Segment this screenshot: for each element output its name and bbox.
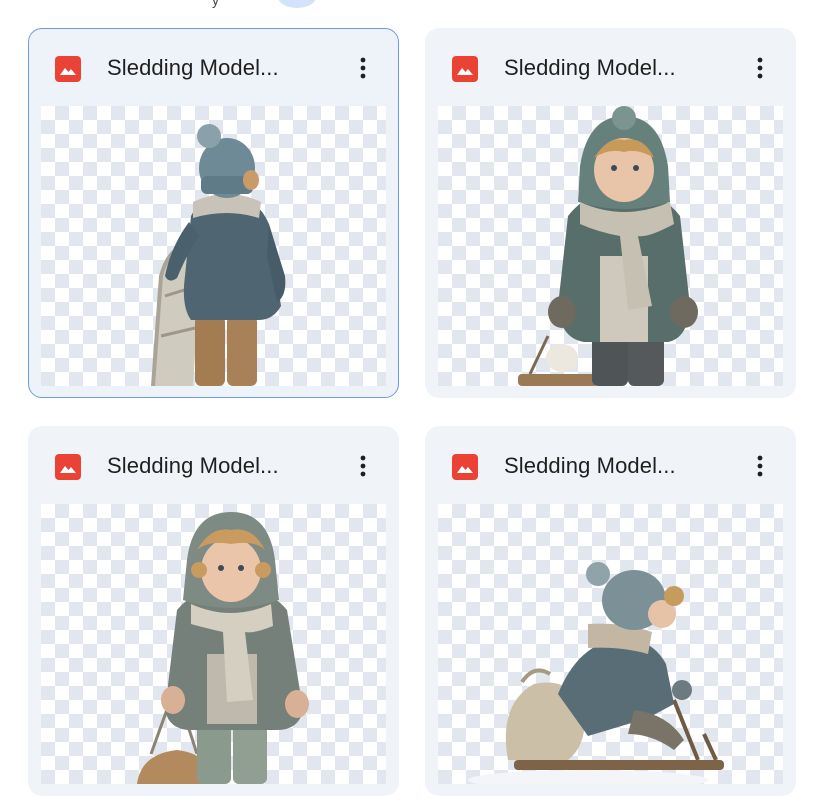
more-options-button[interactable] (346, 51, 380, 85)
more-vert-icon (757, 455, 763, 477)
file-card-1[interactable]: Sledding Model... (28, 28, 399, 398)
file-card-header: Sledding Model... (29, 29, 398, 107)
top-partial-text: y (212, 0, 219, 8)
file-title: Sledding Model... (504, 453, 676, 478)
image-file-icon (452, 454, 478, 480)
file-card-3[interactable]: Sledding Model... (28, 426, 399, 796)
child-back-view-illustration (151, 124, 286, 386)
child-hooded-coat-illustration (137, 512, 309, 784)
file-card-2[interactable]: Sledding Model... (425, 28, 796, 398)
top-partial-button[interactable] (278, 0, 316, 8)
more-options-button[interactable] (743, 449, 777, 483)
file-thumbnail[interactable] (438, 106, 783, 386)
top-toolbar-fragment: y (0, 0, 814, 12)
file-card-header: Sledding Model... (426, 29, 795, 107)
file-thumbnail[interactable] (41, 504, 386, 784)
drive-file-grid-page: y Sledding Model... Sledding Model... Sl… (0, 0, 814, 812)
more-options-button[interactable] (346, 449, 380, 483)
file-title: Sledding Model... (504, 55, 676, 80)
file-grid: Sledding Model... Sledding Model... Sled… (28, 28, 796, 796)
more-vert-icon (360, 455, 366, 477)
file-card-4[interactable]: Sledding Model... (425, 426, 796, 796)
more-vert-icon (757, 57, 763, 79)
file-title: Sledding Model... (107, 453, 279, 478)
file-thumbnail[interactable] (438, 504, 783, 784)
file-thumbnail[interactable] (41, 106, 386, 386)
file-card-header: Sledding Model... (426, 427, 795, 505)
file-card-header: Sledding Model... (29, 427, 398, 505)
image-file-icon (55, 56, 81, 82)
image-file-icon (55, 454, 81, 480)
more-options-button[interactable] (743, 51, 777, 85)
image-file-icon (452, 56, 478, 82)
file-title: Sledding Model... (107, 55, 279, 80)
child-front-scarf-illustration (518, 106, 698, 386)
more-vert-icon (360, 57, 366, 79)
child-on-sled-illustration (468, 562, 724, 784)
